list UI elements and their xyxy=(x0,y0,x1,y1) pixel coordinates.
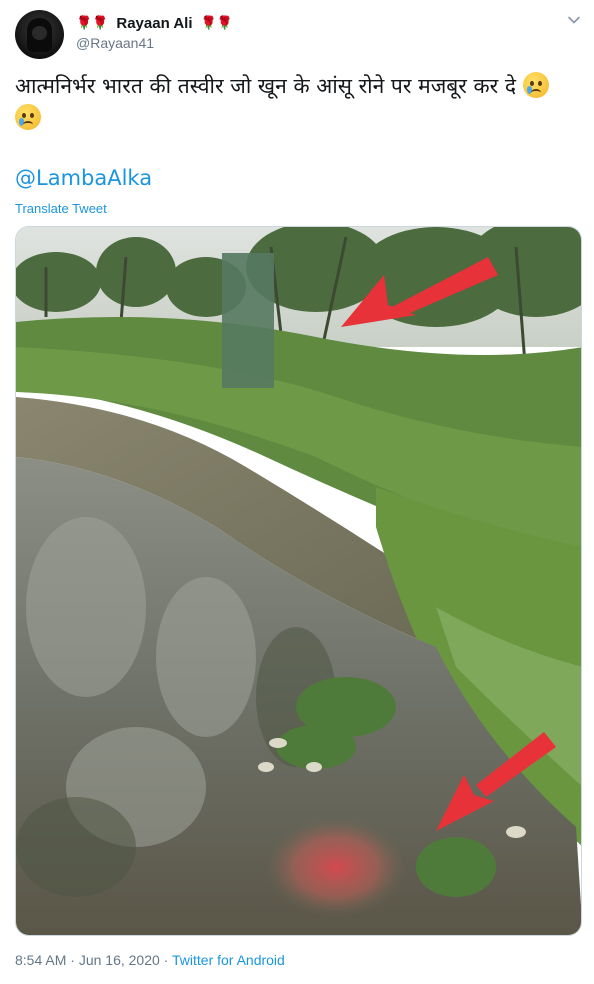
meta-separator: · xyxy=(66,952,79,968)
photo-canal-scene xyxy=(16,227,581,935)
avatar-face xyxy=(32,26,47,40)
author-name-row[interactable]: 🌹🌹 Rayaan Ali 🌹🌹 xyxy=(76,13,233,33)
tweet-photo[interactable] xyxy=(15,226,582,936)
rose-decoration-right: 🌹🌹 xyxy=(200,15,233,31)
author-name[interactable]: Rayaan Ali xyxy=(116,15,192,32)
author-handle[interactable]: @Rayaan41 xyxy=(76,35,154,51)
tweet-time[interactable]: 8:54 AM xyxy=(15,952,66,968)
tweet-text: आत्मनिर्भर भारत की तस्वीर जो खून के आंसू… xyxy=(15,70,575,134)
rose-decoration-left: 🌹🌹 xyxy=(76,15,109,31)
translate-tweet-link[interactable]: Translate Tweet xyxy=(15,201,107,216)
avatar[interactable] xyxy=(15,10,64,59)
tweet-source-link[interactable]: Twitter for Android xyxy=(172,952,285,968)
tweet-meta: 8:54 AM · Jun 16, 2020 · Twitter for And… xyxy=(15,952,285,968)
tweet-date[interactable]: Jun 16, 2020 xyxy=(79,952,160,968)
tweet-body: आत्मनिर्भर भारत की तस्वीर जो खून के आंसू… xyxy=(15,74,517,98)
meta-separator: · xyxy=(159,952,172,968)
chevron-down-icon[interactable] xyxy=(566,12,582,28)
crying-face-emoji xyxy=(15,104,41,130)
mention-link[interactable]: @LambaAlka xyxy=(15,166,152,190)
crying-face-emoji xyxy=(522,72,549,98)
